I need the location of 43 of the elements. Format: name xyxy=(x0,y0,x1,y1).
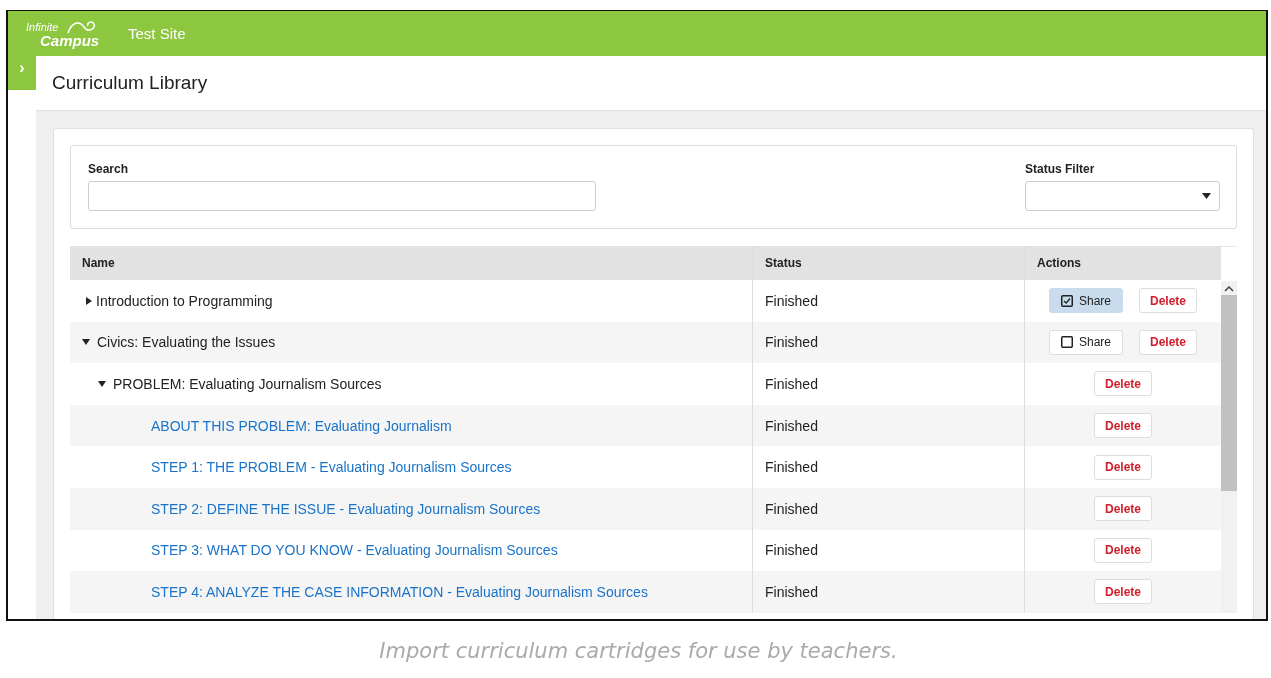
item-name: PROBLEM: Evaluating Journalism Sources xyxy=(113,376,382,392)
item-link[interactable]: ABOUT THIS PROBLEM: Evaluating Journalism xyxy=(151,417,452,434)
item-name: Introduction to Programming xyxy=(96,292,273,309)
item-link[interactable]: STEP 1: THE PROBLEM - Evaluating Journalism Sources xyxy=(151,459,512,476)
status-text: Finished xyxy=(765,292,818,309)
item-link[interactable]: STEP 2: DEFINE THE ISSUE - Evaluating Journalism Sources xyxy=(151,500,541,517)
delete-button[interactable]: Delete xyxy=(1094,496,1152,522)
status-text: Finished xyxy=(765,459,818,476)
checked-box-icon xyxy=(1060,294,1073,307)
search-label: Search xyxy=(88,162,130,176)
status-text: Finished xyxy=(765,583,818,600)
scroll-up-icon[interactable] xyxy=(1224,286,1234,292)
delete-button[interactable]: Delete xyxy=(1094,537,1152,563)
status-text: Finished xyxy=(765,334,818,351)
figure-caption: Import curriculum cartridges for use by teachers. xyxy=(378,639,899,663)
swirl-icon xyxy=(66,18,98,35)
item-link[interactable]: STEP 4: ANALYZE THE CASE INFORMATION - Evaluating Journalism Sources xyxy=(151,583,648,600)
site-name: Test Site xyxy=(128,25,186,42)
column-header: Name xyxy=(81,255,116,272)
expanded-caret-icon[interactable] xyxy=(98,381,106,387)
delete-button[interactable]: Delete xyxy=(1094,454,1152,480)
dropdown-caret-icon xyxy=(1202,193,1211,199)
status-text: Finished xyxy=(765,500,818,517)
logo: Infinite Campus xyxy=(26,18,101,49)
scrollbar[interactable] xyxy=(1221,246,1237,613)
status-text: Finished xyxy=(765,542,818,559)
item-name: Civics: Evaluating the Issues xyxy=(97,334,276,351)
delete-button[interactable]: Delete xyxy=(1094,371,1152,397)
empty-box-icon xyxy=(1060,336,1073,349)
status-text: Finished xyxy=(765,417,818,434)
status-text: Finished xyxy=(765,376,818,392)
expanded-caret-icon[interactable] xyxy=(82,339,90,346)
page-title: Curriculum Library xyxy=(52,72,208,94)
item-link[interactable]: STEP 3: WHAT DO YOU KNOW - Evaluating Journalism Sources xyxy=(151,542,558,559)
status-filter-label: Status Filter xyxy=(1025,162,1096,176)
delete-button[interactable]: Delete xyxy=(1094,413,1152,439)
share-button[interactable]: Share xyxy=(1048,329,1123,355)
share-button[interactable]: Share xyxy=(1048,288,1123,314)
search-field[interactable] xyxy=(88,181,596,211)
delete-button[interactable]: Delete xyxy=(1094,579,1152,605)
collapsed-caret-icon[interactable] xyxy=(86,296,92,305)
delete-button[interactable]: Delete xyxy=(1139,288,1198,314)
delete-button[interactable]: Delete xyxy=(1139,329,1198,355)
